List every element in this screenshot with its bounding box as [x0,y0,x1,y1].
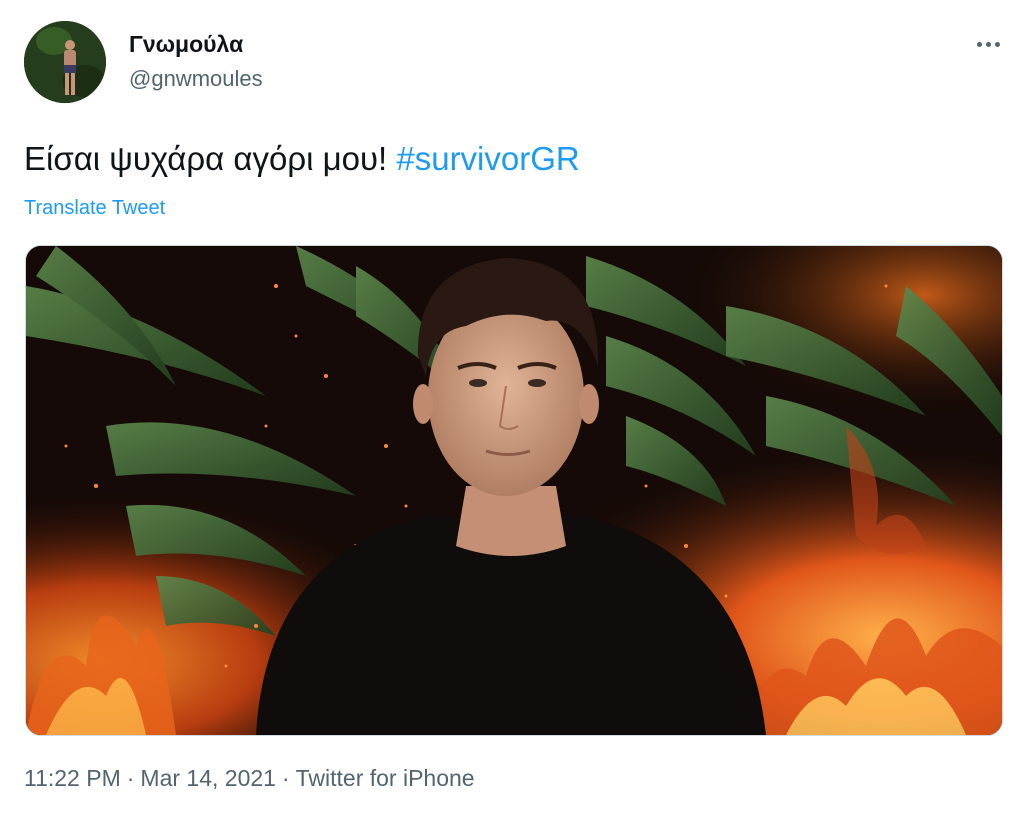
more-horizontal-icon-dot [994,41,1000,47]
tweet-metadata: 11:22 PM · Mar 14, 2021 · Twitter for iPhone [24,765,475,792]
tweet-body: Είσαι ψυχάρα αγόρι μου! [24,140,388,177]
avatar[interactable] [24,21,106,103]
author-display-name[interactable]: Γνωμούλα [129,31,243,58]
tweet-time[interactable]: 11:22 PM [24,765,121,791]
tweet-media[interactable] [25,245,1003,736]
more-options-button[interactable] [968,32,1008,56]
author-handle[interactable]: @gnwmoules [129,66,263,92]
hashtag-link[interactable]: #survivorGR [396,140,579,177]
more-horizontal-icon [976,41,982,47]
translate-tweet-link[interactable]: Translate Tweet [24,197,165,220]
tweet-date[interactable]: Mar 14, 2021 [140,765,276,791]
tweet-photo [26,246,1002,735]
tweet-text: Είσαι ψυχάρα αγόρι μου! #survivorGR [24,140,580,178]
avatar-image [24,21,106,103]
more-horizontal-icon-dot [985,41,991,47]
tweet-source[interactable]: Twitter for iPhone [296,765,475,791]
separator: · [281,765,290,791]
separator: · [126,765,135,791]
